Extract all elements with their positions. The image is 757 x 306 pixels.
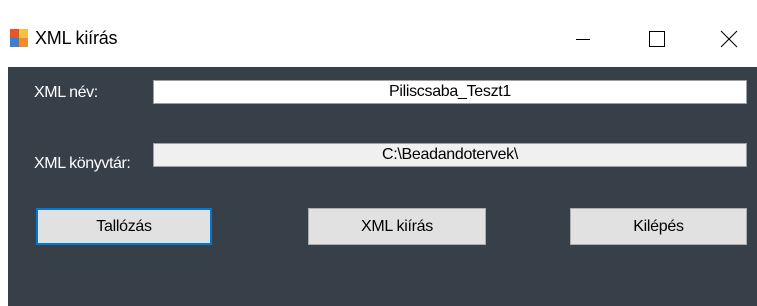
minimize-button[interactable] (560, 19, 606, 59)
title-bar[interactable]: XML kiírás (0, 0, 757, 67)
browse-button[interactable]: Tallózás (36, 208, 212, 245)
close-button[interactable] (706, 19, 752, 59)
exit-button[interactable]: Kilépés (570, 208, 747, 245)
xml-directory-label: XML könyvtár: (34, 155, 131, 172)
xml-name-input[interactable] (153, 80, 747, 104)
maximize-button[interactable] (634, 19, 680, 59)
window-title: XML kiírás (35, 28, 118, 48)
xml-name-label: XML név: (34, 84, 98, 101)
form-client-area: XML név: XML könyvtár: Tallózás XML kiír… (8, 67, 757, 306)
write-xml-button[interactable]: XML kiírás (308, 208, 486, 245)
app-window: XML kiírás XML név: XML könyvtár: Tallóz… (0, 0, 757, 306)
xml-directory-input[interactable] (153, 143, 747, 167)
maximize-icon (649, 31, 665, 47)
minimize-icon (576, 39, 590, 40)
app-window-icon (10, 29, 28, 47)
close-icon (720, 30, 738, 48)
